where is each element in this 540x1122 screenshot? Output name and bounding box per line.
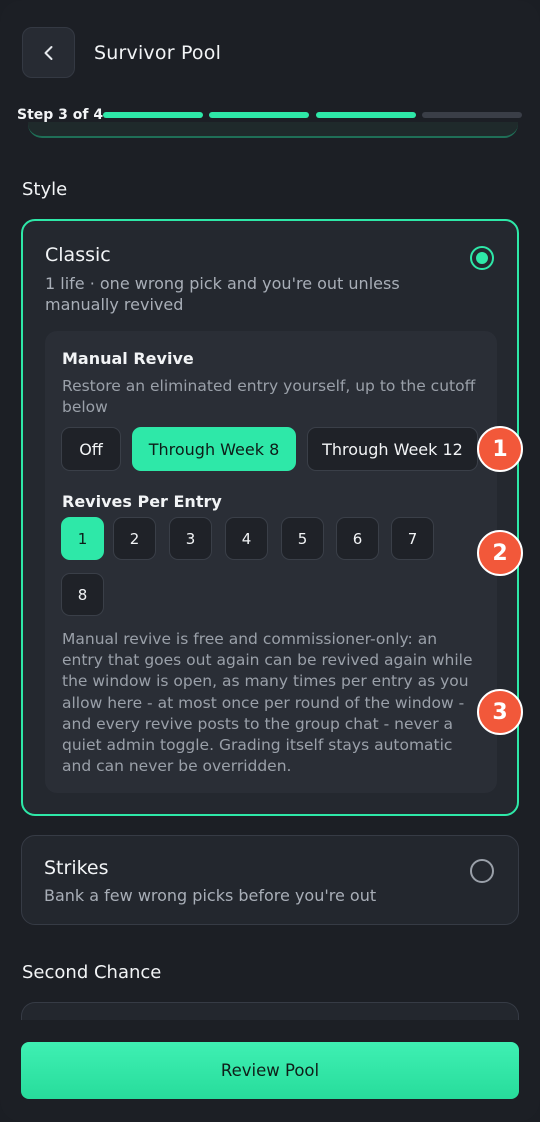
classic-radio[interactable]: [470, 246, 494, 270]
annotation-marker-2: 2: [477, 530, 523, 576]
revives-count-7[interactable]: 7: [391, 517, 434, 560]
style-option-classic[interactable]: Classic 1 life · one wrong pick and you'…: [21, 219, 519, 816]
revives-per-entry-title: Revives Per Entry: [62, 492, 222, 511]
revives-count-3[interactable]: 3: [169, 517, 212, 560]
strikes-radio[interactable]: [470, 859, 494, 883]
manual-revive-description: Restore an eliminated entry yourself, up…: [62, 377, 476, 416]
classic-description: 1 life · one wrong pick and you're out u…: [45, 274, 400, 314]
annotation-marker-3: 3: [477, 689, 523, 735]
revives-count-5[interactable]: 5: [281, 517, 324, 560]
manual-revive-title: Manual Revive: [62, 349, 194, 368]
progress-segment-2: [209, 112, 309, 118]
manual-revive-panel: Manual Revive Restore an eliminated entr…: [45, 331, 497, 793]
step-label: Step 3 of 4: [17, 107, 104, 123]
page-title: Survivor Pool: [94, 42, 222, 64]
progress-segment-4: [422, 112, 522, 118]
back-button[interactable]: [22, 27, 75, 78]
revive-option-week-8[interactable]: Through Week 8: [132, 427, 296, 471]
revives-count-6[interactable]: 6: [336, 517, 379, 560]
chevron-left-icon: [44, 45, 52, 60]
revives-count-1[interactable]: 1: [61, 517, 104, 560]
manual-revive-note: Manual revive is free and commissioner-o…: [62, 630, 473, 776]
strikes-title: Strikes: [44, 857, 109, 879]
header-divider: [28, 122, 518, 138]
progress-segment-3: [316, 112, 416, 118]
strikes-description: Bank a few wrong picks before you're out: [44, 886, 377, 905]
classic-title: Classic: [45, 244, 111, 266]
style-option-strikes[interactable]: Strikes Bank a few wrong picks before yo…: [21, 835, 519, 925]
review-pool-button[interactable]: Review Pool: [21, 1042, 519, 1099]
revive-option-week-12[interactable]: Through Week 12: [307, 427, 478, 471]
revives-count-8[interactable]: 8: [61, 573, 104, 616]
revives-count-4[interactable]: 4: [225, 517, 268, 560]
revives-count-2[interactable]: 2: [113, 517, 156, 560]
progress-segment-1: [103, 112, 203, 118]
app-screen: Survivor Pool Step 3 of 4 Style Classic …: [0, 0, 540, 1122]
annotation-marker-1: 1: [477, 426, 523, 472]
revive-option-off[interactable]: Off: [61, 427, 121, 471]
section-title-second-chance: Second Chance: [22, 962, 162, 983]
section-title-style: Style: [22, 179, 68, 200]
